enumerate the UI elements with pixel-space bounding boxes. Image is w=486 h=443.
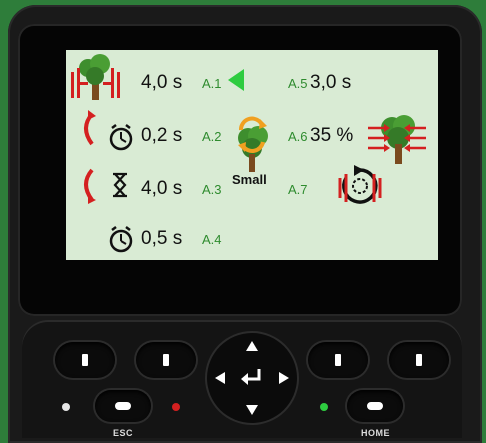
param-a3-id: A.3 <box>202 182 222 197</box>
arrow-left-green-icon <box>228 69 244 91</box>
param-a7-id: A.7 <box>288 182 308 197</box>
row4-time: 0,5 s <box>141 228 183 249</box>
param-a5-id: A.5 <box>288 76 308 91</box>
curved-red-arrow-icon <box>84 110 96 146</box>
tree-push-arrows-icon <box>368 115 426 164</box>
tree-rotate-icon <box>238 116 268 172</box>
param-a6-value: 35 % <box>310 125 354 146</box>
keypad-panel: ESC HOME <box>22 320 462 438</box>
right-arrow-icon[interactable] <box>279 372 289 384</box>
lcd-screen: 4,0 s A.1 A.5 3,0 s 0,2 s A.2 A.6 35 % 4… <box>66 50 438 260</box>
f4-button[interactable] <box>389 342 449 378</box>
tree-size-label: Small <box>232 172 267 187</box>
row3-time: 4,0 s <box>141 178 183 199</box>
stopwatch-icon <box>109 226 133 253</box>
up-arrow-icon[interactable] <box>246 341 258 351</box>
white-led <box>62 403 70 411</box>
hourglass-icon <box>113 172 127 198</box>
stopwatch-icon <box>109 124 133 151</box>
home-button[interactable] <box>347 390 403 422</box>
esc-label: ESC <box>113 428 134 438</box>
down-arrow-icon[interactable] <box>246 405 258 415</box>
navigation-pad[interactable] <box>207 333 297 423</box>
param-a2-id: A.2 <box>202 129 222 144</box>
param-a1-id: A.1 <box>202 76 222 91</box>
row2-time: 0,2 s <box>141 125 183 146</box>
enter-icon[interactable] <box>239 367 265 389</box>
param-a5-value: 3,0 s <box>310 72 352 93</box>
left-arrow-icon[interactable] <box>215 372 225 384</box>
red-led <box>172 403 180 411</box>
f3-button[interactable] <box>308 342 368 378</box>
rotate-cycle-icon <box>338 165 382 204</box>
param-a6-id: A.6 <box>288 129 308 144</box>
f1-button[interactable] <box>55 342 115 378</box>
param-a4-id: A.4 <box>202 232 222 247</box>
green-led <box>320 403 328 411</box>
tree-clamp-icon <box>71 54 120 100</box>
row1-time: 4,0 s <box>141 72 183 93</box>
f2-button[interactable] <box>136 342 196 378</box>
home-label: HOME <box>361 428 390 438</box>
esc-button[interactable] <box>95 390 151 422</box>
curved-red-arrow-icon <box>84 168 96 204</box>
